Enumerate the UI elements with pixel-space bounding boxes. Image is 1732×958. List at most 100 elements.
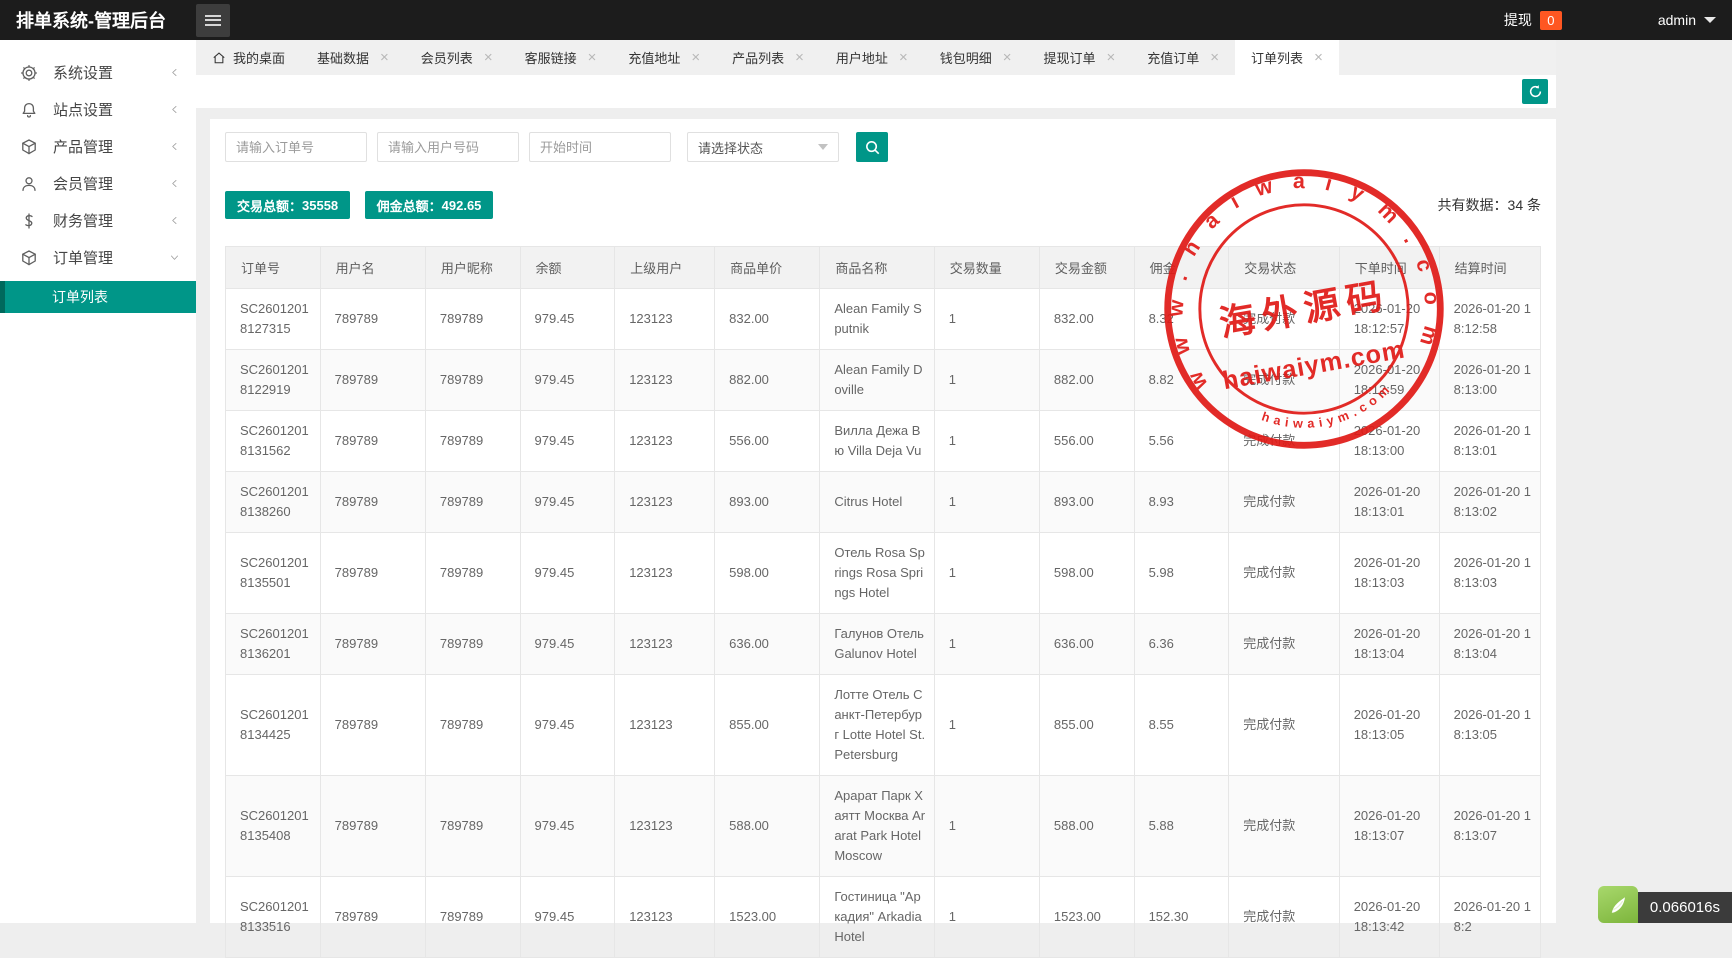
sidebar: 系统设置站点设置产品管理会员管理财务管理订单管理订单列表 — [0, 40, 196, 923]
tab-user-address[interactable]: 用户地址× — [820, 40, 924, 75]
chevron-down-icon — [818, 144, 828, 150]
cell-amount: 832.00 — [1039, 289, 1134, 350]
cell-order-no: SC26012018133516 — [226, 877, 321, 958]
cell-order-no: SC26012018127315 — [226, 289, 321, 350]
cell-username: 789789 — [320, 411, 425, 472]
start-time-input[interactable] — [529, 132, 671, 162]
chevron-left-icon — [169, 178, 180, 189]
tab-service-link[interactable]: 客服链接 × — [509, 40, 613, 75]
table-row: SC26012018135408789789789789979.45123123… — [226, 776, 1541, 877]
cell-status: 完成付款 — [1229, 675, 1339, 776]
thinkphp-logo-icon[interactable] — [1598, 886, 1638, 923]
col-header-product-name: 商品名称 — [820, 247, 934, 289]
cell-balance: 979.45 — [520, 411, 615, 472]
close-icon[interactable]: × — [1107, 49, 1116, 66]
user-no-input[interactable] — [377, 132, 519, 162]
table-row: SC26012018135501789789789789979.45123123… — [226, 533, 1541, 614]
cell-amount: 1523.00 — [1039, 877, 1134, 958]
cell-product-name: Alean Family Sputnik — [820, 289, 934, 350]
search-button[interactable] — [856, 132, 888, 162]
withdraw-link[interactable]: 提现 0 — [1504, 10, 1562, 30]
close-icon[interactable]: × — [1003, 49, 1012, 66]
close-icon[interactable]: × — [691, 49, 700, 66]
cell-parent-user: 123123 — [615, 614, 715, 675]
tab-order-list[interactable]: 订单列表× — [1235, 40, 1339, 75]
content-panel: 请选择状态 交易总额：35558 佣金总额：492.65 共有数据：34 条 订… — [210, 119, 1556, 923]
tab-label: 会员列表 — [421, 48, 473, 67]
sidebar-item-system-settings[interactable]: 系统设置 — [0, 54, 196, 91]
sidebar-item-product-management[interactable]: 产品管理 — [0, 128, 196, 165]
close-icon[interactable]: × — [1314, 49, 1323, 66]
tab-my-desktop[interactable]: 我的桌面 — [196, 40, 301, 75]
tab-recharge-address[interactable]: 充值地址× — [612, 40, 716, 75]
tab-member-list[interactable]: 会员列表 × — [405, 40, 509, 75]
cell-order-no: SC26012018135408 — [226, 776, 321, 877]
col-header-nickname: 用户昵称 — [425, 247, 520, 289]
tab-basic-data[interactable]: 基础数据× — [301, 40, 405, 75]
cube-icon — [20, 249, 38, 267]
cell-order-no: SC26012018135501 — [226, 533, 321, 614]
cell-nickname: 789789 — [425, 411, 520, 472]
cell-amount: 882.00 — [1039, 350, 1134, 411]
cell-product-name: Вилла Дежа Вю Villa Deja Vu — [820, 411, 934, 472]
sidebar-item-order-management[interactable]: 订单管理 — [0, 239, 196, 276]
cell-product-name: Гостиница "Аркадия" Arkadia Hotel — [820, 877, 934, 958]
user-menu[interactable]: admin — [1658, 12, 1716, 28]
cell-quantity: 1 — [934, 289, 1039, 350]
col-header-balance: 余额 — [520, 247, 615, 289]
cell-commission: 8.82 — [1134, 350, 1229, 411]
trade-total-badge: 交易总额：35558 — [225, 191, 350, 219]
table-row: SC26012018133516789789789789979.45123123… — [226, 877, 1541, 958]
sidebar-subitem-order-list[interactable]: 订单列表 — [0, 281, 196, 313]
close-icon[interactable]: × — [588, 49, 597, 66]
sidebar-item-finance-management[interactable]: 财务管理 — [0, 202, 196, 239]
cell-quantity: 1 — [934, 614, 1039, 675]
chevron-left-icon — [169, 215, 180, 226]
cell-commission: 8.93 — [1134, 472, 1229, 533]
search-icon — [864, 139, 881, 156]
cell-parent-user: 123123 — [615, 776, 715, 877]
cell-order-no: SC26012018131562 — [226, 411, 321, 472]
tab-recharge-orders[interactable]: 充值订单× — [1131, 40, 1235, 75]
col-header-status: 交易状态 — [1229, 247, 1339, 289]
tab-wallet-detail[interactable]: 钱包明细 × — [924, 40, 1028, 75]
cell-nickname: 789789 — [425, 776, 520, 877]
close-icon[interactable]: × — [380, 49, 389, 66]
close-icon[interactable]: × — [1210, 49, 1219, 66]
exec-time-badge: 0.066016s — [1638, 892, 1732, 923]
sidebar-item-site-settings[interactable]: 站点设置 — [0, 91, 196, 128]
table-header-row: 订单号用户名用户昵称余额上级用户商品单价商品名称交易数量交易金额佣金交易状态下单… — [226, 247, 1541, 289]
cell-parent-user: 123123 — [615, 877, 715, 958]
cell-amount: 556.00 — [1039, 411, 1134, 472]
hamburger-menu-button[interactable] — [196, 4, 230, 37]
refresh-button[interactable] — [1522, 79, 1548, 104]
status-select[interactable]: 请选择状态 — [687, 132, 839, 162]
close-icon[interactable]: × — [484, 49, 493, 66]
order-no-input[interactable] — [225, 132, 367, 162]
cell-status: 完成付款 — [1229, 533, 1339, 614]
cell-settle-time: 2026-01-20 18:13:07 — [1439, 776, 1540, 877]
cell-commission: 5.56 — [1134, 411, 1229, 472]
cell-unit-price: 893.00 — [715, 472, 820, 533]
cell-username: 789789 — [320, 877, 425, 958]
tab-product-list[interactable]: 产品列表× — [716, 40, 820, 75]
tab-label: 钱包明细 — [940, 48, 992, 67]
tab-label: 客服链接 — [525, 48, 577, 67]
table-row: SC26012018138260789789789789979.45123123… — [226, 472, 1541, 533]
cell-status: 完成付款 — [1229, 350, 1339, 411]
debug-trace-bar: 0.066016s — [1598, 886, 1732, 923]
cell-username: 789789 — [320, 776, 425, 877]
cell-commission: 5.98 — [1134, 533, 1229, 614]
close-icon[interactable]: × — [795, 49, 804, 66]
cell-order-no: SC26012018138260 — [226, 472, 321, 533]
cell-unit-price: 556.00 — [715, 411, 820, 472]
cell-settle-time: 2026-01-20 18:13:04 — [1439, 614, 1540, 675]
top-header: 排单系统-管理后台 提现 0 admin — [0, 0, 1732, 40]
tab-withdraw-orders[interactable]: 提现订单× — [1027, 40, 1131, 75]
tab-bar: 我的桌面基础数据×会员列表×客服链接×充值地址×产品列表×用户地址×钱包明细×提… — [196, 40, 1556, 75]
col-header-quantity: 交易数量 — [934, 247, 1039, 289]
cell-status: 完成付款 — [1229, 877, 1339, 958]
close-icon[interactable]: × — [899, 49, 908, 66]
sidebar-item-member-management[interactable]: 会员管理 — [0, 165, 196, 202]
cell-order-time: 2026-01-20 18:13:00 — [1339, 411, 1439, 472]
